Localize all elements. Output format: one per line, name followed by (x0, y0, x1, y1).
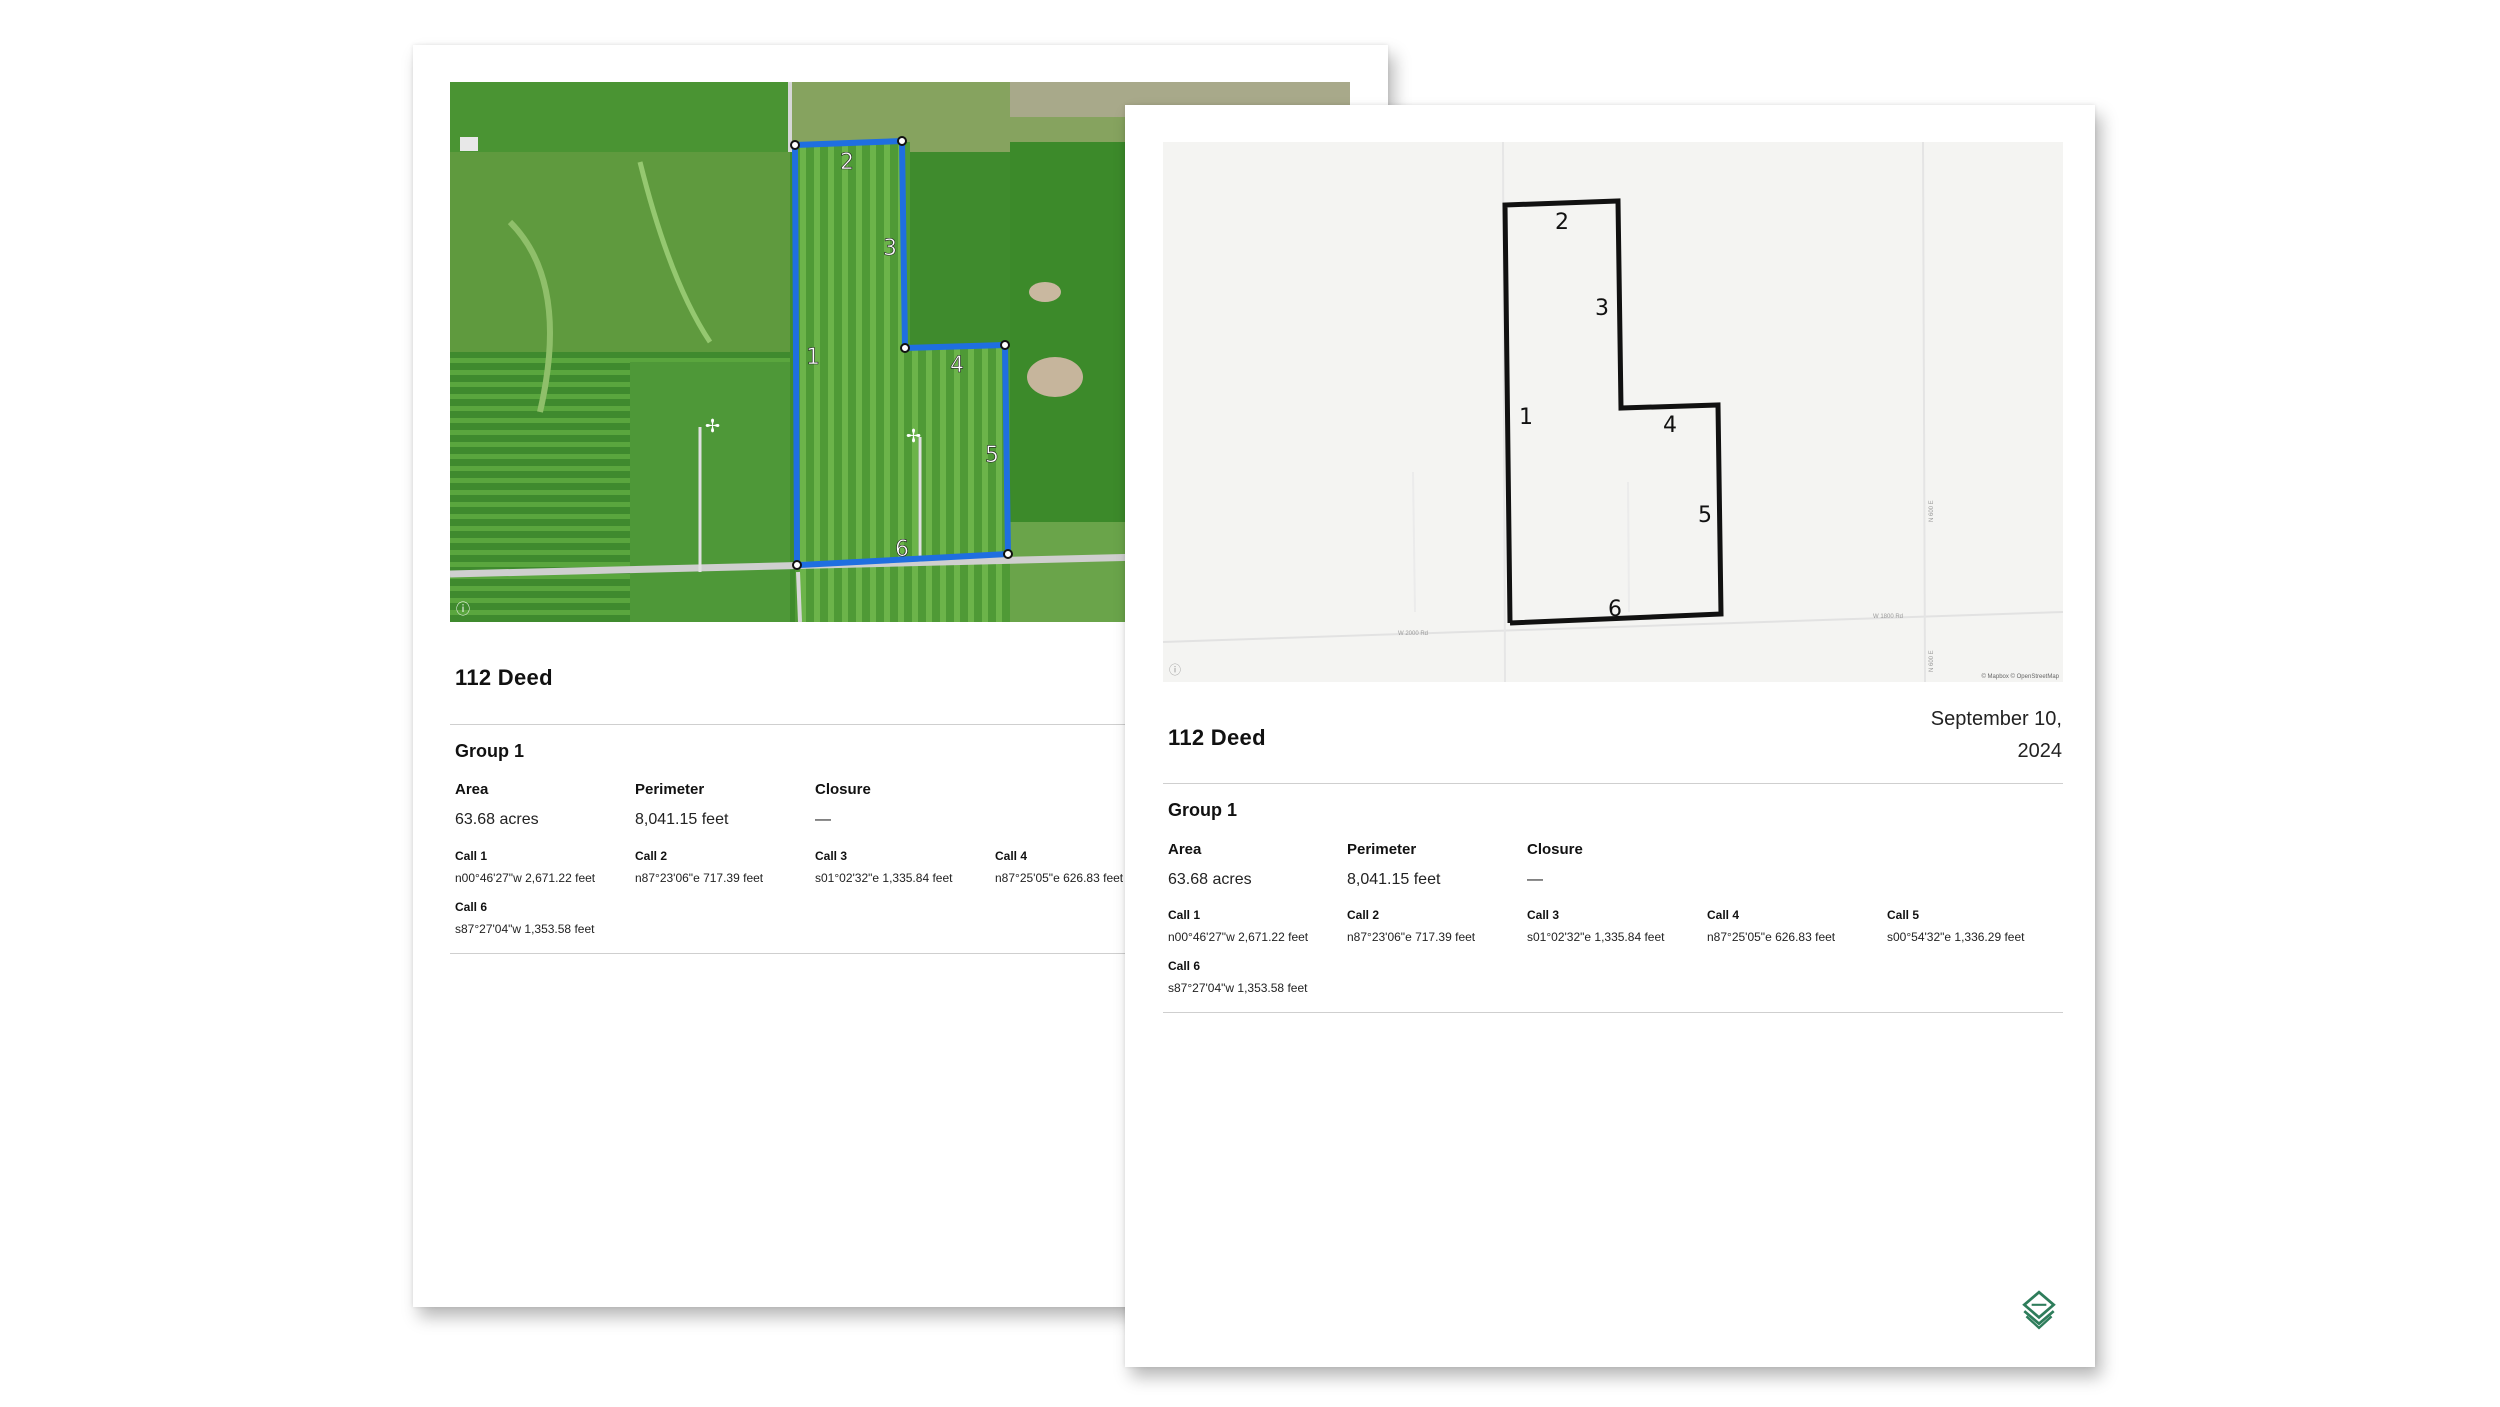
area-label: Area (455, 781, 489, 798)
divider (1163, 1012, 2063, 1013)
report-date: September 10, 2024 (1931, 703, 2062, 767)
date-line: 2024 (2017, 740, 2063, 762)
street-map-canvas: W 2000 Rd W 1800 Rd N 600 E N 600 E 1 2 … (1163, 142, 2063, 682)
info-icon[interactable]: ⓘ (456, 601, 470, 617)
call-value: s01°02'32"e 1,335.84 feet (815, 871, 953, 885)
call-label: Call 1 (455, 849, 488, 863)
road-label: N 600 E (1929, 500, 1935, 522)
call-value: s01°02'32"e 1,335.84 feet (1527, 930, 1665, 944)
call-value: n00°46'27"w 2,671.22 feet (1168, 930, 1309, 944)
map-call-label: 1 (806, 345, 820, 370)
call-label: Call 5 (1887, 908, 1920, 922)
svg-text:✢: ✢ (705, 416, 720, 436)
map-call-label: 3 (883, 236, 897, 261)
map-call-label: 2 (1555, 210, 1569, 235)
road-label: W 1800 Rd (1873, 614, 1903, 620)
map-call-label: 2 (840, 150, 854, 175)
map-call-label: 4 (1663, 413, 1677, 438)
map-call-label: 3 (1595, 296, 1609, 321)
call-value: n87°23'06"e 717.39 feet (635, 871, 764, 885)
call-value: n00°46'27"w 2,671.22 feet (455, 871, 596, 885)
call-value: n87°23'06"e 717.39 feet (1347, 930, 1476, 944)
page-title: 112 Deed (1168, 725, 1266, 750)
call-value: s87°27'04"w 1,353.58 feet (1168, 981, 1308, 995)
area-label: Area (1168, 841, 1202, 858)
call-label: Call 3 (815, 849, 848, 863)
report-page-street: W 2000 Rd W 1800 Rd N 600 E N 600 E 1 2 … (1125, 105, 2095, 1367)
road-label: W 2000 Rd (1398, 631, 1428, 637)
call-label: Call 4 (1707, 908, 1740, 922)
call-value: n87°25'05"e 626.83 feet (995, 871, 1124, 885)
closure-label: Closure (815, 781, 871, 798)
group-heading: Group 1 (455, 741, 525, 761)
closure-label: Closure (1527, 841, 1583, 858)
perimeter-label: Perimeter (1347, 841, 1417, 858)
call-label: Call 2 (1347, 908, 1380, 922)
svg-text:✢: ✢ (906, 426, 921, 446)
call-value: n87°25'05"e 626.83 feet (1707, 930, 1836, 944)
call-label: Call 2 (635, 849, 668, 863)
info-icon[interactable]: ⓘ (1169, 663, 1181, 677)
area-value: 63.68 acres (1168, 871, 1252, 888)
map-call-label: 6 (895, 537, 909, 562)
closure-value: — (815, 811, 831, 828)
stacked-layers-icon (2018, 1288, 2060, 1330)
road-label: N 600 E (1929, 650, 1935, 672)
call-value: s00°54'32"e 1,336.29 feet (1887, 930, 2025, 944)
perimeter-label: Perimeter (635, 781, 705, 798)
map-call-label: 5 (985, 443, 999, 468)
call-value: s87°27'04"w 1,353.58 feet (455, 922, 595, 936)
call-label: Call 1 (1168, 908, 1201, 922)
map-call-label: 6 (1608, 597, 1622, 622)
call-label: Call 4 (995, 849, 1028, 863)
area-value: 63.68 acres (455, 811, 539, 828)
map-attribution[interactable]: © Mapbox © OpenStreetMap (1981, 673, 2059, 680)
call-label: Call 6 (455, 900, 488, 914)
map-call-label: 4 (950, 353, 964, 378)
map-call-label: 5 (1698, 503, 1712, 528)
map-call-label: 1 (1519, 405, 1533, 430)
perimeter-value: 8,041.15 feet (635, 811, 729, 828)
call-label: Call 3 (1527, 908, 1560, 922)
perimeter-value: 8,041.15 feet (1347, 871, 1441, 888)
closure-value: — (1527, 871, 1543, 888)
street-map: W 2000 Rd W 1800 Rd N 600 E N 600 E 1 2 … (1163, 142, 2063, 682)
divider (1163, 783, 2063, 784)
date-line: September 10, (1930, 708, 2062, 730)
group-heading: Group 1 (1168, 800, 1238, 820)
call-label: Call 6 (1168, 959, 1201, 973)
page-title: 112 Deed (455, 665, 553, 690)
